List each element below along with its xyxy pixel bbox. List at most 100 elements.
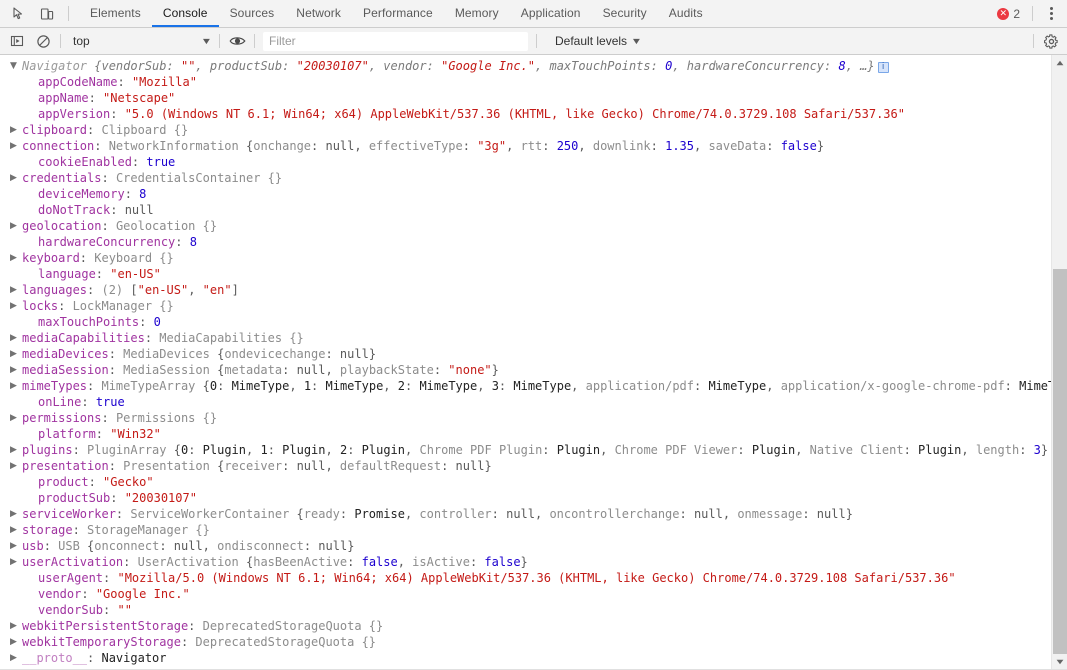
log-token: hasBeenActive xyxy=(253,555,348,569)
log-token: null xyxy=(318,539,348,553)
log-token: appVersion xyxy=(38,107,111,121)
tabbar-right-divider xyxy=(1032,6,1033,21)
console-filter-input[interactable] xyxy=(263,31,528,51)
log-token: : xyxy=(43,539,59,553)
log-token: USB xyxy=(58,539,88,553)
expand-arrow-down-icon[interactable]: ▼ xyxy=(10,58,19,74)
log-token: onchange xyxy=(253,139,312,153)
log-token: ServiceWorkerContainer xyxy=(130,507,297,521)
log-token: 1 xyxy=(303,379,312,393)
expand-arrow-right-icon[interactable]: ▶ xyxy=(10,650,19,666)
log-token: NetworkInformation xyxy=(108,139,246,153)
log-token: rtt xyxy=(520,139,543,153)
log-token: : xyxy=(469,555,485,569)
tab-audits[interactable]: Audits xyxy=(658,0,714,27)
error-count-badge[interactable]: ✕ 2 xyxy=(991,7,1026,21)
expand-arrow-right-icon[interactable]: ▶ xyxy=(10,218,19,234)
log-token: , xyxy=(535,507,550,521)
inspect-element-icon[interactable] xyxy=(6,1,32,27)
log-token: Plugin xyxy=(918,443,962,457)
expand-arrow-right-icon[interactable]: ▶ xyxy=(10,522,19,538)
console-log-line: ▶ mimeTypes: MimeTypeArray {0: MimeType, … xyxy=(0,378,1067,394)
expand-arrow-right-icon[interactable]: ▶ xyxy=(10,442,19,458)
log-token: __proto__ xyxy=(22,651,88,665)
log-token: , xyxy=(325,443,340,457)
log-token: : xyxy=(217,379,232,393)
log-token: : xyxy=(117,75,132,89)
more-options-icon[interactable] xyxy=(1039,2,1063,26)
filterbar-divider-3 xyxy=(254,34,255,48)
expand-arrow-right-icon[interactable]: ▶ xyxy=(10,298,19,314)
tab-network[interactable]: Network xyxy=(285,0,352,27)
tab-elements[interactable]: Elements xyxy=(79,0,152,27)
expand-arrow-right-icon[interactable]: ▶ xyxy=(10,410,19,426)
execution-context-selector[interactable]: top ▼ xyxy=(65,31,215,52)
scrollbar-up-arrow-icon[interactable] xyxy=(1052,55,1067,71)
log-token: { xyxy=(173,443,181,457)
log-token: Navigator xyxy=(22,59,95,73)
expand-arrow-right-icon[interactable]: ▶ xyxy=(10,554,19,570)
expand-arrow-right-icon[interactable]: ▶ xyxy=(10,378,19,394)
live-expression-icon[interactable] xyxy=(224,28,250,54)
tab-security[interactable]: Security xyxy=(592,0,658,27)
log-token: , xyxy=(405,443,420,457)
tab-label: Console xyxy=(162,5,208,20)
log-token: ondevicechange xyxy=(224,347,326,361)
tab-console[interactable]: Console xyxy=(151,0,219,27)
log-levels-selector[interactable]: Default levels ▼ xyxy=(547,34,649,48)
log-token: : xyxy=(110,203,125,217)
tab-performance[interactable]: Performance xyxy=(352,0,444,27)
expand-arrow-right-icon[interactable]: ▶ xyxy=(10,122,19,138)
log-token: maxTouchPoints xyxy=(38,315,140,329)
scrollbar-down-arrow-icon[interactable] xyxy=(1052,654,1067,670)
tab-sources[interactable]: Sources xyxy=(219,0,286,27)
scrollbar-thumb[interactable] xyxy=(1053,269,1067,654)
console-log-line: ▶ presentation: Presentation {receiver: n… xyxy=(0,458,1067,474)
log-token: Plugin xyxy=(361,443,406,457)
log-token: null xyxy=(173,539,203,553)
expand-arrow-right-icon[interactable]: ▶ xyxy=(10,618,19,634)
expand-arrow-right-icon[interactable]: ▶ xyxy=(10,538,19,554)
gear-icon[interactable] xyxy=(1038,28,1064,54)
log-token: : xyxy=(166,59,181,73)
console-scrollbar[interactable] xyxy=(1051,55,1067,670)
tab-application[interactable]: Application xyxy=(510,0,592,27)
log-token: : xyxy=(282,363,297,377)
log-token: vendor xyxy=(383,59,427,73)
log-token: : xyxy=(824,59,839,73)
expand-arrow-right-icon[interactable]: ▶ xyxy=(10,282,19,298)
log-token: MimeType xyxy=(419,379,478,393)
expand-arrow-right-icon[interactable]: ▶ xyxy=(10,170,19,186)
log-token: : xyxy=(325,347,340,361)
console-output-area[interactable]: ▼ Navigator {vendorSub: "", productSub: "… xyxy=(0,55,1067,670)
log-token: webkitPersistentStorage xyxy=(22,619,189,633)
log-token: : xyxy=(311,139,326,153)
log-token: : xyxy=(87,651,102,665)
expand-arrow-right-icon[interactable]: ▶ xyxy=(10,458,19,474)
log-token: "5.0 (Windows NT 6.1; Win64; x64) AppleW… xyxy=(124,107,905,121)
expand-arrow-right-icon[interactable]: ▶ xyxy=(10,330,19,346)
log-token: , xyxy=(354,139,369,153)
console-log-line: hardwareConcurrency: 8 xyxy=(0,234,1067,250)
log-token: MediaSession xyxy=(123,363,218,377)
log-token: effectiveType xyxy=(368,139,463,153)
tab-label: Memory xyxy=(454,5,499,20)
devtools-panel-tabs: Elements Console Sources Network Perform… xyxy=(73,0,991,27)
expand-arrow-right-icon[interactable]: ▶ xyxy=(10,250,19,266)
execute-script-icon[interactable] xyxy=(4,28,30,54)
log-token: : xyxy=(95,427,111,441)
log-token: : xyxy=(188,443,203,457)
log-token: MediaDevices xyxy=(123,347,218,361)
clear-console-icon[interactable] xyxy=(30,28,56,54)
tab-memory[interactable]: Memory xyxy=(444,0,510,27)
expand-arrow-right-icon[interactable]: ▶ xyxy=(10,138,19,154)
expand-arrow-right-icon[interactable]: ▶ xyxy=(10,506,19,522)
log-token: : xyxy=(108,363,124,377)
expand-arrow-right-icon[interactable]: ▶ xyxy=(10,362,19,378)
expand-arrow-right-icon[interactable]: ▶ xyxy=(10,346,19,362)
expand-arrow-right-icon[interactable]: ▶ xyxy=(10,634,19,650)
log-token: language xyxy=(38,267,96,281)
info-badge-icon[interactable]: i xyxy=(877,62,889,73)
log-token: , xyxy=(289,379,304,393)
device-toolbar-icon[interactable] xyxy=(34,1,60,27)
